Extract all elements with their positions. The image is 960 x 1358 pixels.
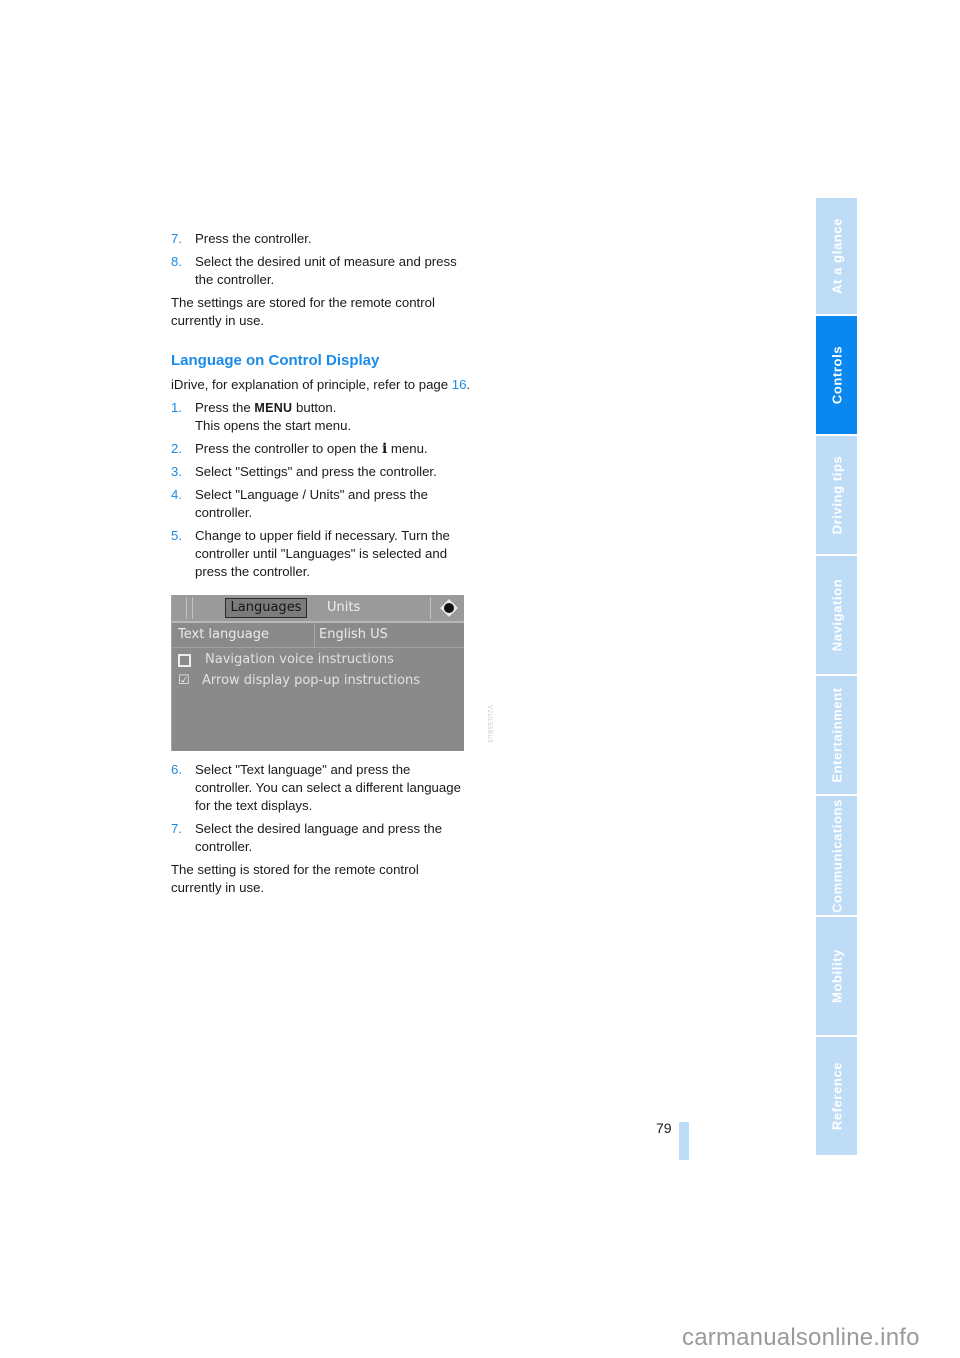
divider [430,597,431,619]
chapter-tab-controls[interactable]: Controls [816,316,857,434]
text-language-value: English US [319,627,388,642]
list-item: 8. Select the desired unit of measure an… [171,253,471,289]
divider [192,597,193,619]
list-item: 4. Select "Language / Units" and press t… [171,486,471,522]
step-number: 2. [171,441,182,456]
step-text: Select "Language / Units" and press the … [195,487,428,520]
step-text: Select the desired language and press th… [195,821,443,854]
step-text: Press the controller to open the i menu. [195,440,471,458]
step-number: 5. [171,528,182,543]
option-navigation-voice: Navigation voice instructions [178,651,394,669]
text-language-row: Text language English US [172,623,464,648]
chapter-tab-at-a-glance[interactable]: At a glance [816,198,857,314]
step-number: 8. [171,254,182,269]
paragraph: The setting is stored for the remote con… [171,862,419,895]
step-number: 7. [171,231,182,246]
chapter-tab-label: Navigation [829,578,844,652]
list-item: 7. Select the desired language and press… [171,820,471,856]
chapter-tab-reference[interactable]: Reference [816,1037,857,1155]
step-number: 7. [171,821,182,836]
step-number: 6. [171,762,182,777]
page-number: 79 [656,1120,672,1136]
list-item: 6. Select "Text language" and press the … [171,761,471,815]
chapter-tab-label: Mobility [829,949,844,1003]
intro-end: . [466,377,471,392]
chapter-tab-mobility[interactable]: Mobility [816,917,857,1035]
page-marker [679,1122,689,1160]
chapter-tabs: At a glance Controls Driving tips Naviga… [816,198,857,1157]
chapter-tab-label: Communications [829,798,844,913]
option-label: Navigation voice instructions [205,652,394,667]
list-item: 3. Select "Settings" and press the contr… [171,463,471,481]
step-number: 1. [171,400,182,415]
intro-paragraph: iDrive, for explanation of principle, re… [171,376,471,394]
list-item: 2. Press the controller to open the i me… [171,440,471,458]
chapter-tab-label: Driving tips [829,455,844,535]
checkbox-unchecked-icon [178,653,191,667]
list-item: 7. Press the controller. [171,230,471,248]
step-text: Select "Settings" and press the controll… [195,464,437,479]
idrive-screen-image: Languages Units Text language English US… [171,595,492,751]
step-number: 4. [171,487,182,502]
step-number: 3. [171,464,182,479]
list-item: 5. Change to upper field if necessary. T… [171,527,471,581]
page-reference-link[interactable]: 16 [452,377,467,392]
step-text: Change to upper field if necessary. Turn… [195,528,450,579]
text-language-label: Text language [178,627,269,642]
chapter-tab-label: Controls [829,345,844,405]
step-text-part: Press the [195,400,255,415]
chapter-tab-label: At a glance [829,218,844,294]
paragraph: The settings are stored for the remote c… [171,295,435,328]
step-text-part: button. [292,400,337,415]
option-arrow-display: ☑ Arrow display pop-up instructions [178,672,420,690]
chapter-tab-label: Entertainment [829,687,844,783]
step-text-part: menu. [387,441,428,456]
tab-languages: Languages [225,598,307,618]
list-item: 1. Press the MENU button. This opens the… [171,399,471,435]
step-text-part: This opens the start menu. [195,418,352,433]
manual-content: 7. Press the controller. 8. Select the d… [171,230,492,902]
chapter-tab-label: Reference [829,1061,844,1131]
step-text-part: Press the controller to open the [195,441,382,456]
screen-tab-bar: Languages Units [172,595,464,623]
divider [186,597,187,619]
step-text: Select "Text language" and press the con… [195,762,461,813]
chapter-tab-communications[interactable]: Communications [816,796,857,915]
intro-text: iDrive, for explanation of principle, re… [171,377,452,392]
chapter-tab-driving-tips[interactable]: Driving tips [816,436,857,554]
step-text: Press the controller. [195,231,312,246]
step-text: Select the desired unit of measure and p… [195,254,457,287]
menu-button-icon: MENU [254,401,293,415]
option-label: Arrow display pop-up instructions [202,673,420,688]
checkbox-checked-icon: ☑ [178,673,190,688]
chapter-tab-entertainment[interactable]: Entertainment [816,676,857,794]
controller-icon [440,599,458,617]
chapter-tab-navigation[interactable]: Navigation [816,556,857,674]
image-code: V2UL55BU3 [486,705,492,743]
section-heading: Language on Control Display [171,352,380,369]
step-text: Press the MENU button. This opens the st… [195,399,471,435]
watermark: carmanualsonline.info [682,1324,920,1351]
divider [314,623,315,647]
tab-units: Units [327,600,361,615]
